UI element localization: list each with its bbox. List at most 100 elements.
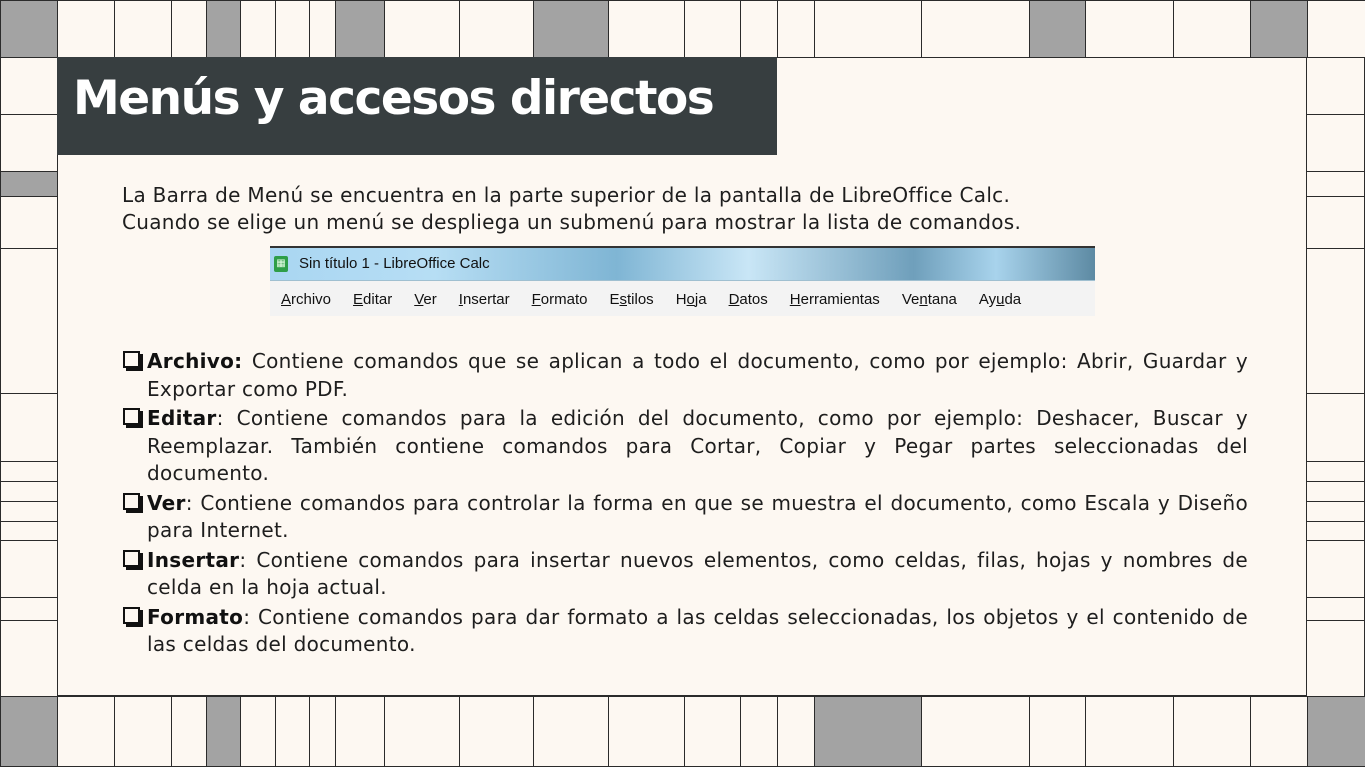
- grid-cell: [240, 696, 276, 767]
- grid-cell: [1029, 0, 1086, 58]
- grid-cell: [1085, 696, 1174, 767]
- menu-item: Estilos: [609, 290, 654, 308]
- list-item: Archivo: Contiene comandos que se aplica…: [122, 348, 1248, 403]
- menu-description-list: Archivo: Contiene comandos que se aplica…: [122, 348, 1248, 661]
- grid-cell: [206, 0, 241, 58]
- grid-cell: [0, 501, 58, 522]
- grid-cell: [57, 0, 115, 58]
- grid-cell: [171, 0, 207, 58]
- grid-cell: [1306, 393, 1365, 462]
- grid-cell: [206, 696, 241, 767]
- intro-paragraph: La Barra de Menú se encuentra en la part…: [122, 182, 1122, 236]
- grid-cell: [114, 696, 172, 767]
- list-item: Insertar: Contiene comandos para inserta…: [122, 547, 1248, 602]
- grid-cell: [0, 393, 58, 462]
- list-item: Ver: Contiene comandos para controlar la…: [122, 490, 1248, 545]
- window-title: Sin título 1 - LibreOffice Calc: [299, 255, 490, 272]
- grid-cell: [1306, 171, 1365, 197]
- grid-cell: [1307, 0, 1365, 58]
- grid-cell: [0, 696, 58, 767]
- grid-cell: [1306, 521, 1365, 541]
- grid-cell: [0, 620, 58, 697]
- menu-item: Ver: [414, 290, 437, 308]
- grid-cell: [1306, 57, 1365, 115]
- item-term: Ver: [147, 490, 186, 515]
- grid-cell: [1306, 501, 1365, 522]
- grid-cell: [275, 696, 310, 767]
- window-title-bar: ▦ Sin título 1 - LibreOffice Calc: [270, 248, 1095, 281]
- grid-cell: [740, 0, 778, 58]
- menu-item: Ventana: [901, 290, 957, 308]
- grid-cell: [921, 0, 1030, 58]
- item-description: : Contiene comandos para dar formato a l…: [147, 604, 1248, 657]
- grid-cell: [1306, 597, 1365, 621]
- grid-cell: [1085, 0, 1174, 58]
- grid-cell: [777, 696, 815, 767]
- menu-item: Editar: [353, 290, 393, 308]
- grid-cell: [1250, 0, 1308, 58]
- title-band: Menús y accesos directos: [57, 57, 777, 155]
- grid-cell: [0, 521, 58, 541]
- menu-bar-screenshot: ▦ Sin título 1 - LibreOffice Calc Archiv…: [270, 246, 1095, 316]
- grid-cell: [740, 696, 778, 767]
- item-term: Formato: [147, 604, 244, 629]
- grid-cell: [1306, 461, 1365, 482]
- grid-cell: [309, 0, 336, 58]
- checkbox-bullet-icon: [123, 549, 140, 567]
- grid-cell: [608, 696, 685, 767]
- grid-cell: [1306, 114, 1365, 172]
- menu-item: Formato: [531, 290, 588, 308]
- item-term: Archivo:: [147, 349, 243, 373]
- grid-cell: [335, 0, 385, 58]
- grid-cell: [1250, 696, 1308, 767]
- menu-item: Ayuda: [978, 290, 1022, 308]
- grid-cell: [0, 114, 58, 172]
- grid-cell: [0, 196, 58, 249]
- grid-cell: [0, 248, 58, 394]
- grid-cell: [533, 0, 609, 58]
- checkbox-bullet-icon: [123, 606, 140, 624]
- grid-cell: [1306, 540, 1365, 598]
- menu-item: Hoja: [675, 290, 707, 308]
- checkbox-bullet-icon: [123, 492, 140, 510]
- grid-cell: [335, 696, 385, 767]
- intro-line: Cuando se elige un menú se despliega un …: [122, 210, 1022, 234]
- grid-cell: [0, 57, 58, 115]
- grid-cell: [275, 0, 310, 58]
- grid-cell: [1306, 248, 1365, 394]
- grid-cell: [777, 0, 815, 58]
- grid-cell: [0, 597, 58, 621]
- grid-cell: [684, 0, 741, 58]
- item-term: Editar: [147, 406, 217, 430]
- grid-cell: [814, 0, 922, 58]
- grid-cell: [1306, 196, 1365, 249]
- grid-cell: [384, 696, 460, 767]
- slide-title: Menús y accesos directos: [73, 71, 715, 126]
- intro-line: La Barra de Menú se encuentra en la part…: [122, 183, 1011, 207]
- grid-cell: [240, 0, 276, 58]
- menu-bar: Archivo Editar Ver Insertar Formato Estilos Ho…: [270, 281, 1095, 317]
- spreadsheet-icon: ▦: [274, 256, 288, 272]
- grid-cell: [0, 461, 58, 482]
- grid-cell: [0, 0, 58, 58]
- grid-cell: [1173, 696, 1251, 767]
- grid-cell: [608, 0, 685, 58]
- grid-cell: [0, 171, 58, 197]
- grid-cell: [814, 696, 922, 767]
- list-item: Formato: Contiene comandos para dar form…: [122, 604, 1248, 659]
- grid-cell: [0, 540, 58, 598]
- item-description: : Contiene comandos para controlar la fo…: [147, 490, 1248, 543]
- checkbox-bullet-icon: [123, 408, 140, 425]
- menu-item: Herramientas: [789, 290, 880, 308]
- grid-cell: [384, 0, 460, 58]
- grid-cell: [171, 696, 207, 767]
- grid-cell: [684, 696, 741, 767]
- grid-cell: [921, 696, 1030, 767]
- item-description: Contiene comandos que se aplican a todo …: [147, 349, 1248, 401]
- checkbox-bullet-icon: [123, 351, 140, 368]
- item-description: : Contiene comandos para la edición del …: [147, 406, 1248, 485]
- grid-cell: [0, 481, 58, 502]
- grid-cell: [1306, 620, 1365, 697]
- menu-item: Datos: [728, 290, 768, 308]
- grid-cell: [459, 0, 534, 58]
